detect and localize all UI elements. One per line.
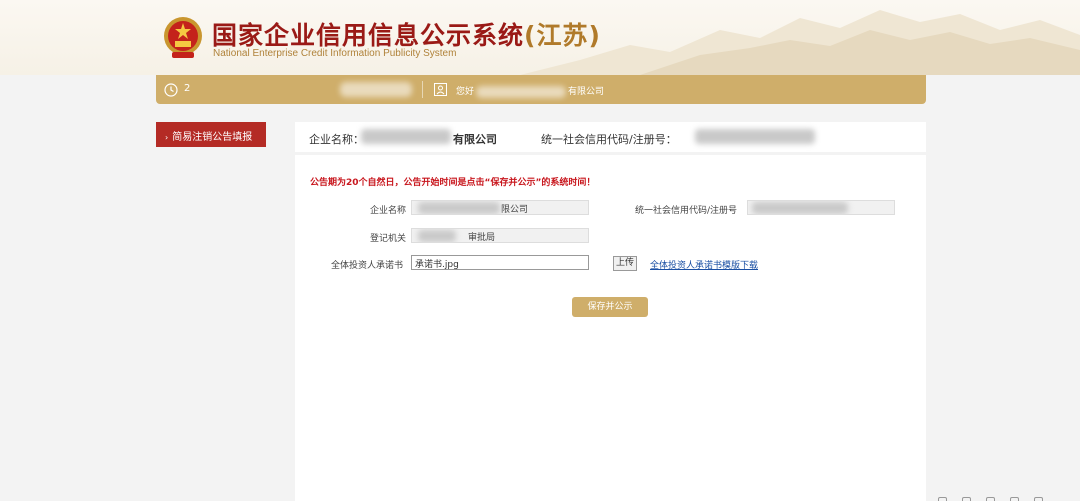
credit-code-field-label: 统一社会信用代码/注册号: [635, 206, 738, 216]
user-icon: [434, 83, 447, 96]
user-greeting: 您好 有限公司: [456, 84, 604, 98]
upload-button[interactable]: 上传: [613, 256, 637, 271]
notice-text: 公告期为20个自然日，公告开始时间是点击“保存并公示”的系统时间！: [310, 178, 596, 188]
site-title-main: 国家企业信用信息公示系统: [212, 21, 525, 50]
authority-field: 审批局: [411, 228, 589, 243]
credit-code-field: [747, 200, 895, 215]
greeting-suffix: 有限公司: [568, 87, 605, 97]
chevron-right-icon: ›: [165, 133, 169, 142]
user-bar: 2 您好 有限公司: [156, 75, 926, 104]
like-icon[interactable]: [1010, 497, 1019, 501]
redacted-credit-code: [695, 129, 815, 144]
deregistration-form: 公告期为20个自然日，公告开始时间是点击“保存并公示”的系统时间！ 企业名称 限…: [295, 155, 926, 501]
site-title-region: (江苏): [524, 21, 601, 50]
company-name-field-suffix: 限公司: [501, 205, 529, 215]
sidebar-item-label: 简易注销公告填报: [172, 132, 253, 143]
redacted-field-value: [418, 230, 456, 242]
company-summary: 企业名称： 有限公司 统一社会信用代码/注册号：: [295, 122, 926, 152]
current-time-text: 2: [184, 83, 191, 94]
greeting-prefix: 您好: [456, 87, 475, 97]
tray-icons: [938, 491, 1058, 501]
sidebar: › 简易注销公告填报: [156, 122, 266, 501]
company-name-field: 限公司: [411, 200, 589, 215]
redacted-company-name: [361, 129, 451, 144]
commitment-file-input[interactable]: 承诺书.jpg: [411, 255, 589, 270]
template-download-link[interactable]: 全体投资人承诺书模版下载: [650, 258, 758, 271]
national-emblem-icon: [164, 17, 202, 58]
save-and-publish-button[interactable]: 保存并公示: [572, 297, 648, 317]
site-title: 国家企业信用信息公示系统(江苏): [212, 16, 601, 52]
clock-icon: [164, 83, 178, 97]
commitment-field-label: 全体投资人承诺书: [331, 261, 404, 271]
site-subtitle: National Enterprise Credit Information P…: [213, 48, 457, 59]
share-icon[interactable]: [938, 497, 947, 501]
sidebar-item-simple-deregistration[interactable]: › 简易注销公告填报: [156, 122, 266, 147]
credit-code-label: 统一社会信用代码/注册号：: [541, 133, 677, 146]
redacted-field-value: [418, 202, 500, 214]
user-bar-divider: [422, 81, 423, 98]
company-name-suffix: 有限公司: [453, 133, 497, 146]
authority-field-suffix: 审批局: [468, 233, 496, 243]
gift-icon[interactable]: [962, 497, 971, 501]
redacted-field-value: [752, 202, 848, 214]
window-icon[interactable]: [1034, 497, 1043, 501]
company-name-label: 企业名称：: [309, 133, 364, 146]
redacted-company: [476, 85, 567, 98]
redacted-time: [340, 82, 412, 97]
company-name-field-label: 企业名称: [370, 206, 407, 216]
delete-icon[interactable]: [986, 497, 995, 501]
authority-field-label: 登记机关: [370, 234, 407, 244]
mountain-background: [520, 10, 1080, 75]
site-header: 国家企业信用信息公示系统(江苏) National Enterprise Cre…: [0, 0, 1080, 75]
